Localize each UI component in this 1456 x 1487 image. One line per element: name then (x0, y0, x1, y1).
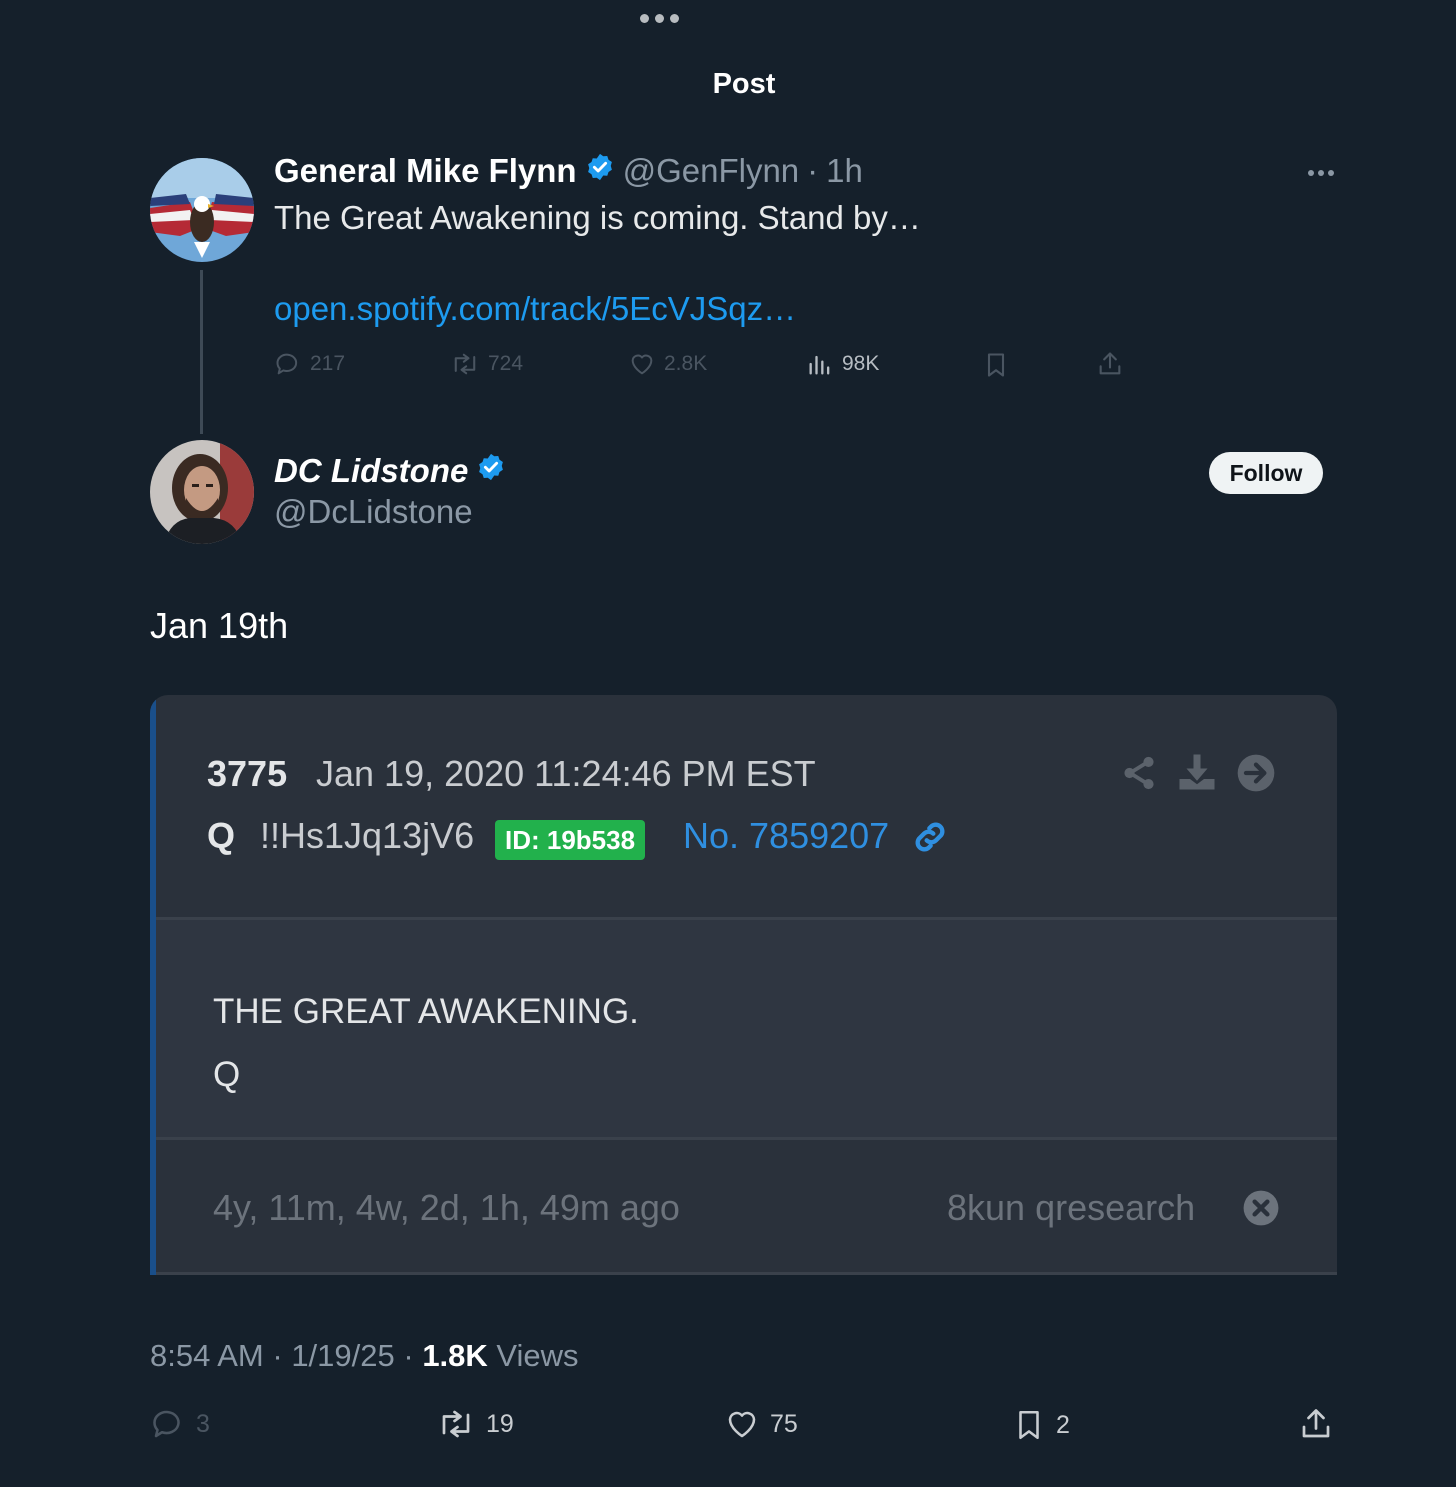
qdrop-body-line2: Q (213, 1055, 241, 1094)
views-chart-icon (809, 355, 830, 375)
reply-icon (276, 353, 298, 375)
share-nodes-icon (1120, 753, 1158, 798)
reply-count: 3 (196, 1409, 210, 1438)
thread-line (200, 270, 203, 434)
more-options-icon[interactable] (1308, 170, 1334, 176)
quoted-like-button[interactable]: 2.8K (628, 350, 707, 378)
qdrop-body-line1: THE GREAT AWAKENING. (213, 992, 639, 1031)
quoted-retweet-button[interactable]: 724 (450, 350, 523, 378)
close-circle-icon (1242, 1189, 1280, 1232)
page-title: Post (712, 68, 776, 100)
post-text: Jan 19th (150, 605, 289, 646)
share-button[interactable] (1298, 1406, 1334, 1442)
quoted-views-count: 98K (842, 352, 880, 375)
arrow-circle-icon (1236, 753, 1276, 798)
qdrop-source: 8kun qresearch (947, 1187, 1196, 1228)
retweet-icon (454, 353, 476, 375)
quoted-author-row: General Mike Flynn @GenFlynn · 1h (274, 152, 863, 190)
quoted-share-button[interactable] (1096, 350, 1124, 378)
qdrop-id-badge: ID: 19b538 (495, 820, 646, 860)
qdrop-number: 3775 (207, 753, 288, 794)
post-date[interactable]: 1/19/25 (291, 1338, 394, 1373)
views-count: 1.8K (422, 1338, 488, 1373)
quoted-like-count: 2.8K (664, 352, 708, 375)
dot-separator: · (807, 152, 819, 189)
quoted-author-handle[interactable]: @GenFlynn (623, 152, 800, 190)
spotify-link[interactable]: open.spotify.com/track/5EcVJSqz… (274, 290, 796, 328)
like-count: 75 (770, 1409, 798, 1438)
qdrop-tripcode: !!Hs1Jq13jV6 (260, 815, 475, 856)
share-icon (1302, 1409, 1330, 1438)
post-time[interactable]: 8:54 AM (150, 1338, 264, 1373)
quoted-tweet-text: The Great Awakening is coming. Stand by… (274, 199, 921, 236)
views-label: Views (496, 1338, 579, 1373)
link-chain-icon (910, 817, 950, 862)
reply-button[interactable]: 3 (150, 1406, 210, 1442)
card-bottom-border (156, 1272, 1337, 1275)
lidstone-avatar[interactable] (150, 440, 254, 544)
bookmark-count: 2 (1056, 1410, 1070, 1439)
main-author-handle[interactable]: @DcLidstone (274, 493, 473, 531)
quoted-retweet-count: 724 (488, 352, 524, 375)
heart-icon (728, 1411, 756, 1438)
verified-badge-icon (476, 452, 506, 490)
verified-badge-icon (585, 152, 615, 190)
heart-icon (631, 354, 653, 375)
qdrop-poster: Q (207, 815, 236, 856)
retweet-button[interactable]: 19 (436, 1406, 514, 1442)
like-button[interactable]: 75 (724, 1406, 798, 1442)
main-author-name[interactable]: DC Lidstone (274, 452, 468, 490)
card-divider (156, 1137, 1337, 1140)
qdrop-image-card[interactable]: 3775 Jan 19, 2020 11:24:46 PM EST Q !!Hs… (150, 695, 1337, 1275)
quoted-author-name[interactable]: General Mike Flynn (274, 152, 577, 190)
qdrop-date: Jan 19, 2020 11:24:46 PM EST (316, 753, 816, 794)
top-more-dots-icon[interactable] (640, 14, 679, 23)
flynn-avatar[interactable] (150, 158, 254, 262)
main-author-row: DC Lidstone (274, 452, 506, 490)
download-icon (1176, 751, 1218, 798)
follow-button[interactable]: Follow (1209, 452, 1323, 494)
quoted-time[interactable]: 1h (826, 152, 863, 190)
bookmark-button[interactable]: 2 (1012, 1406, 1070, 1444)
bookmark-icon (1019, 1410, 1039, 1440)
quoted-reply-count: 217 (310, 352, 346, 375)
post-timestamp: 8:54 AM · 1/19/25 · 1.8K Views (150, 1338, 579, 1373)
retweet-icon (442, 1410, 470, 1438)
retweet-count: 19 (486, 1409, 514, 1438)
share-icon (1099, 352, 1121, 375)
quoted-views-button[interactable]: 98K (806, 350, 879, 378)
qdrop-relative-time: 4y, 11m, 4w, 2d, 1h, 49m ago (213, 1187, 680, 1228)
quoted-reply-button[interactable]: 217 (274, 350, 345, 378)
quoted-bookmark-button[interactable] (982, 350, 1010, 380)
reply-icon (153, 1410, 180, 1438)
bookmark-icon (987, 353, 1005, 377)
qdrop-post-number: No. 7859207 (683, 815, 890, 856)
